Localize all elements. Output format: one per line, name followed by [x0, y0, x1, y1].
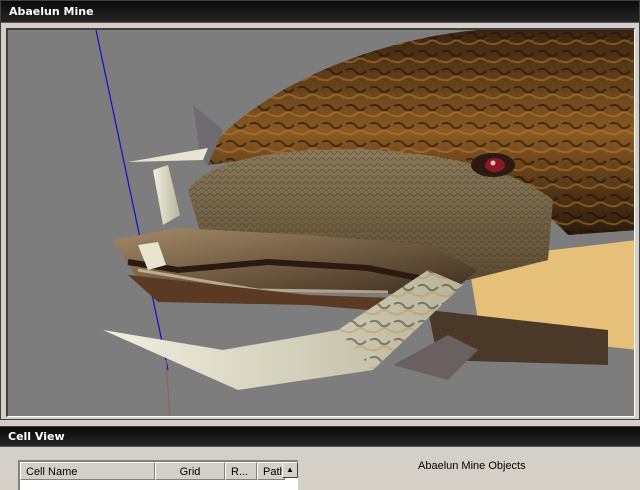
objects-list-label: Abaelun Mine Objects — [418, 460, 526, 472]
render-window: Abaelun Mine — [0, 0, 640, 420]
column-header-cell-name[interactable]: Cell Name — [20, 462, 155, 480]
cell-view-title: Cell View — [0, 427, 640, 447]
creature-model — [95, 30, 634, 416]
cell-view-window: Cell View Cell Name Grid R... Path ▲ Aba… — [0, 426, 640, 490]
cell-list[interactable]: Cell Name Grid R... Path ▲ — [18, 460, 298, 490]
column-header-r[interactable]: R... — [225, 462, 257, 480]
scroll-up-arrow-icon[interactable]: ▲ — [282, 462, 298, 478]
render-window-title: Abaelun Mine — [1, 1, 639, 23]
column-header-path[interactable]: Path — [257, 462, 285, 480]
column-header-grid[interactable]: Grid — [155, 462, 225, 480]
3d-render-viewport[interactable] — [6, 28, 635, 417]
